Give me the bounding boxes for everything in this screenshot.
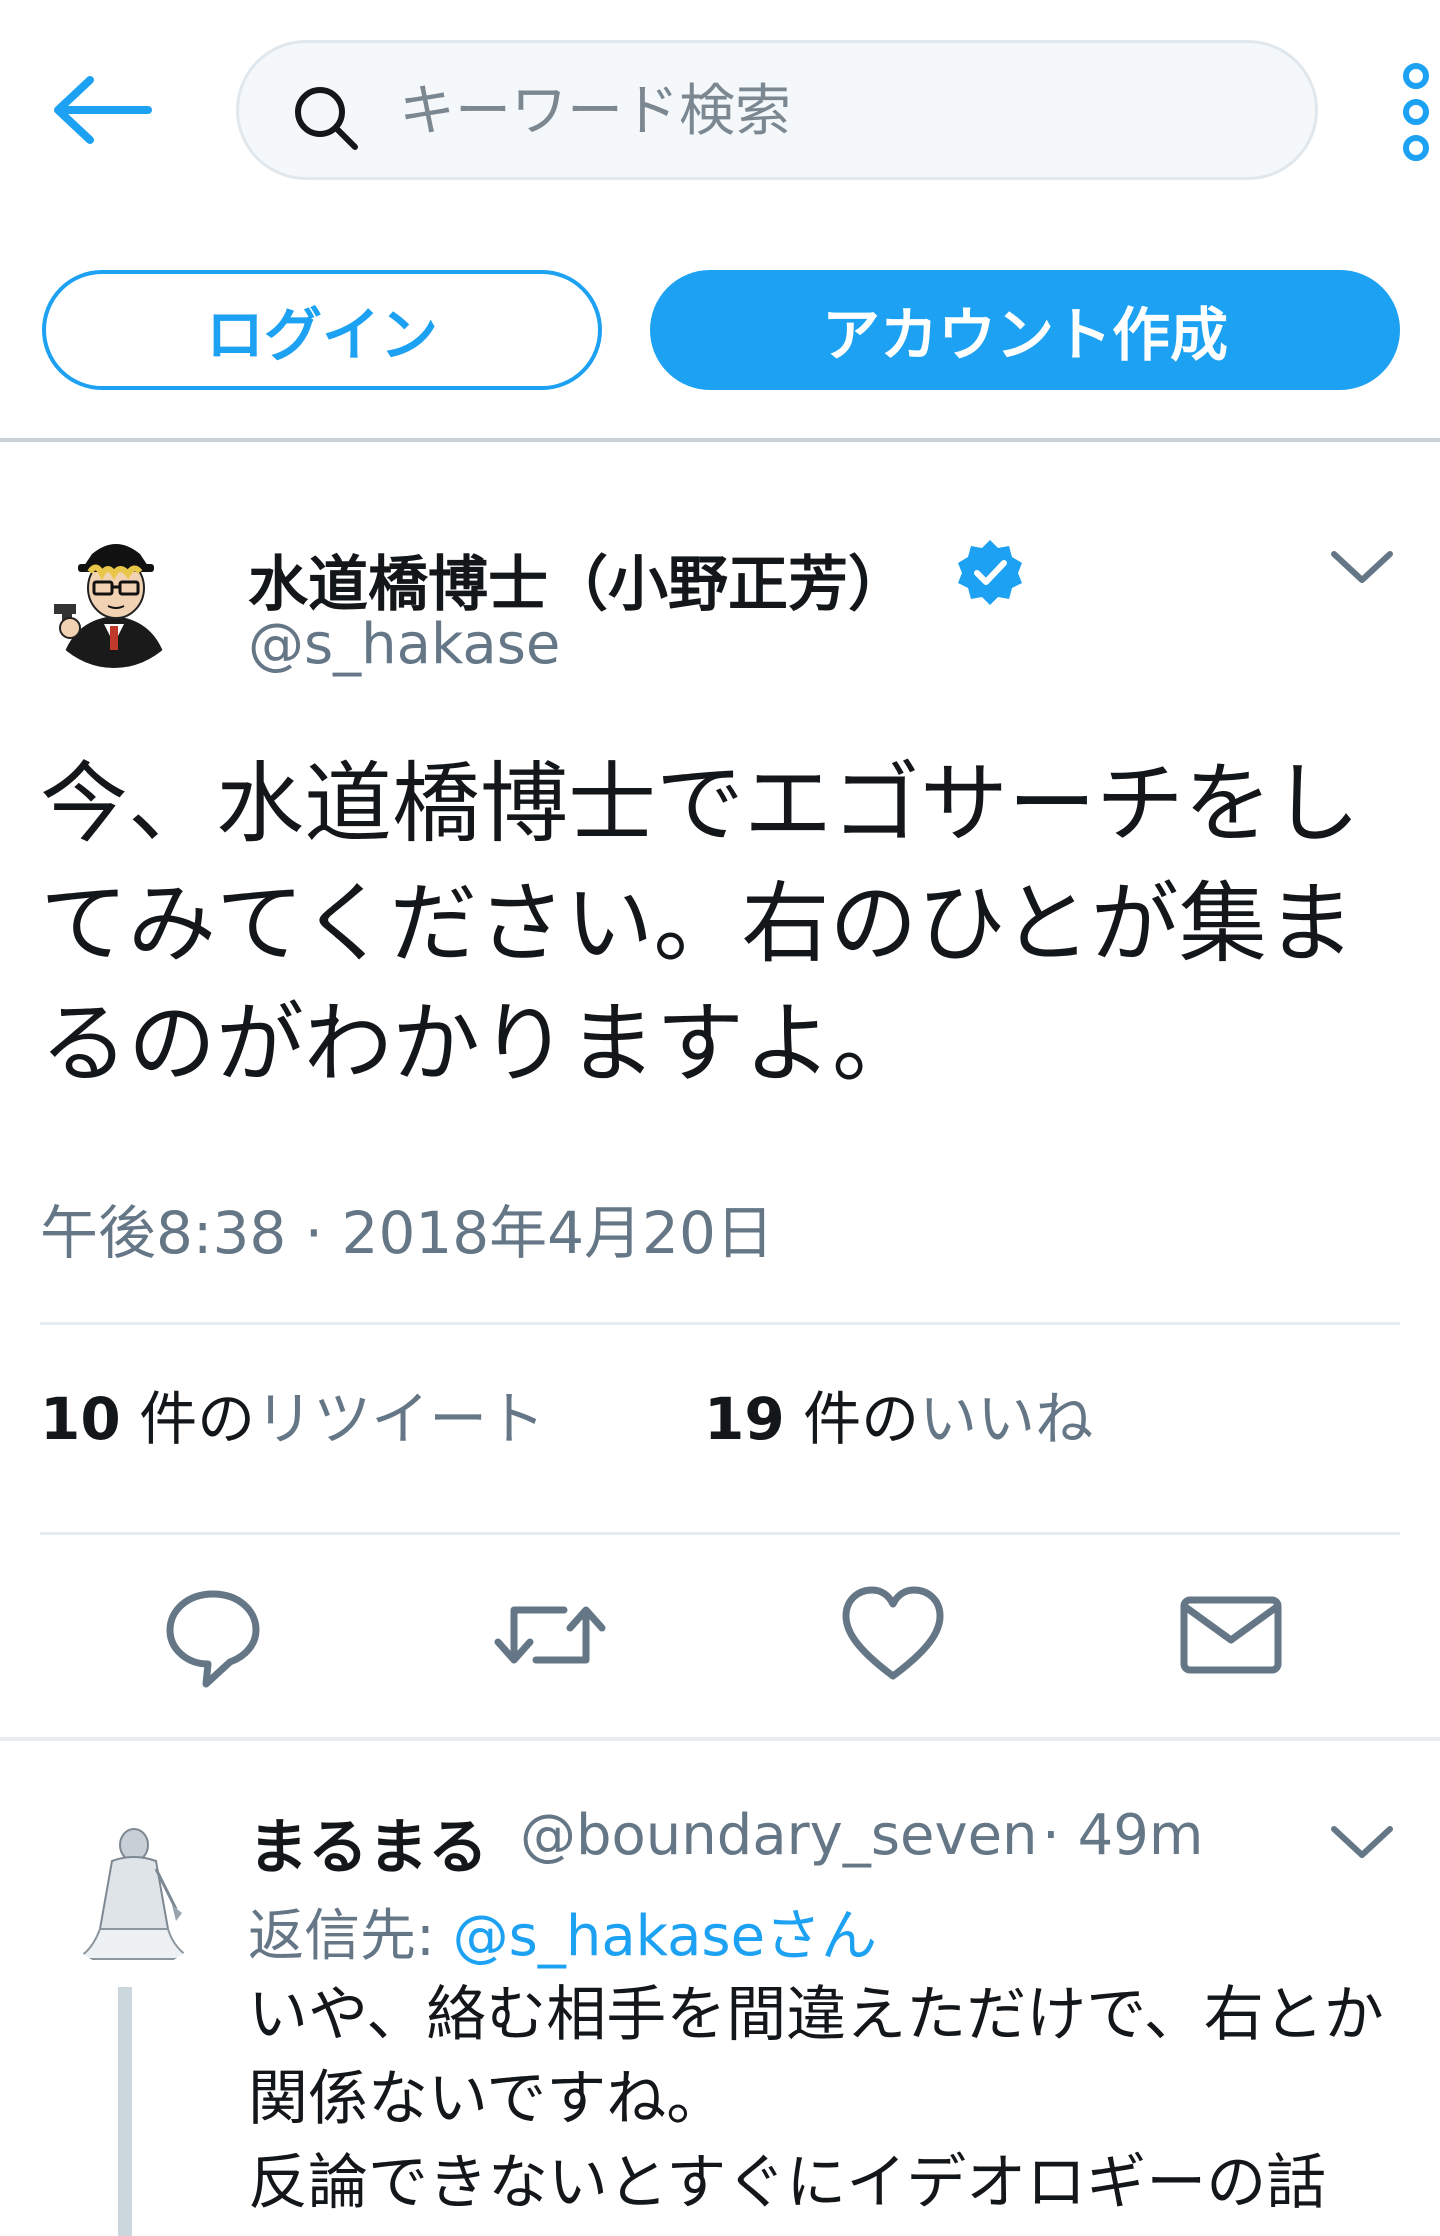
display-name[interactable]: 水道橋博士（小野正芳）	[248, 536, 908, 623]
verified-badge-icon	[958, 540, 1022, 605]
avatar-illustration	[52, 1809, 214, 1971]
divider	[40, 1322, 1400, 1325]
thread-line	[118, 1987, 132, 2236]
like-count-value: 19	[704, 1385, 785, 1453]
reply-display-name[interactable]: まるまる	[248, 1799, 488, 1886]
reply-time-value: 49m	[1077, 1803, 1204, 1868]
login-button[interactable]: ログイン	[42, 270, 602, 390]
reply-button[interactable]	[158, 1580, 268, 1690]
back-button[interactable]	[48, 70, 154, 150]
signup-button[interactable]: アカウント作成	[650, 270, 1400, 390]
retweet-count-label: リツイート	[255, 1385, 546, 1453]
tweet-timestamp[interactable]: 午後8:38 · 2018年4月20日	[40, 1186, 774, 1270]
retweet-icon	[494, 1606, 606, 1664]
search-box[interactable]	[236, 40, 1318, 180]
top-bar: ログイン アカウント作成	[0, 0, 1440, 442]
reply-icon	[166, 1590, 260, 1688]
avatar[interactable]	[40, 520, 188, 668]
reply-separator: ·	[1042, 1803, 1078, 1868]
retweet-count-unit: 件の	[120, 1385, 256, 1453]
direct-message-button[interactable]	[1176, 1580, 1286, 1690]
more-options-button[interactable]	[1398, 60, 1434, 164]
avatar[interactable]	[52, 1809, 214, 1971]
divider	[40, 1532, 1400, 1535]
reply-tweet: まるまる @boundary_seven · 49m 返信先: @s_hakas…	[0, 1745, 1440, 2236]
envelope-icon	[1180, 1596, 1282, 1674]
like-count-unit: 件の	[784, 1385, 920, 1453]
reply-to-prefix: 返信先:	[248, 1904, 453, 1969]
chevron-down-icon	[1331, 551, 1393, 583]
like-count[interactable]: 19 件のいいね	[704, 1372, 1093, 1456]
reply-to-suffix: さん	[765, 1904, 878, 1969]
reply-to-mention[interactable]: @s_hakase	[453, 1904, 765, 1969]
username[interactable]: @s_hakase	[248, 612, 560, 677]
search-input[interactable]	[399, 67, 1279, 155]
reply-menu-button[interactable]	[1322, 1813, 1402, 1873]
chevron-down-icon	[1331, 1826, 1393, 1858]
heart-icon	[842, 1586, 944, 1680]
retweet-button[interactable]	[490, 1580, 606, 1690]
tweet: 水道橋博士（小野正芳） @s_hakase 今、水道橋博士でエゴサーチをしてみて…	[0, 446, 1440, 1741]
retweet-count[interactable]: 10 件のリツイート	[40, 1372, 545, 1456]
tweet-text: 今、水道橋博士でエゴサーチをしてみてください。右のひとが集まるのがわかりますよ。	[40, 752, 1361, 1095]
retweet-count-value: 10	[40, 1385, 121, 1453]
reply-time[interactable]: · 49m	[1042, 1803, 1203, 1868]
reply-text: いや、絡む相手を間違えただけで、右とか関係ないですね。 反論できないとすぐにイデ…	[248, 1980, 1384, 2218]
like-button[interactable]	[838, 1580, 948, 1690]
search-icon	[295, 87, 358, 150]
back-arrow-icon	[54, 76, 152, 144]
like-count-label: いいね	[919, 1385, 1094, 1453]
tweet-menu-button[interactable]	[1322, 538, 1402, 598]
reply-to: 返信先: @s_hakaseさん	[248, 1891, 877, 1972]
more-vertical-icon	[1403, 63, 1429, 161]
avatar-illustration	[40, 520, 188, 668]
reply-username[interactable]: @boundary_seven	[520, 1803, 1038, 1868]
